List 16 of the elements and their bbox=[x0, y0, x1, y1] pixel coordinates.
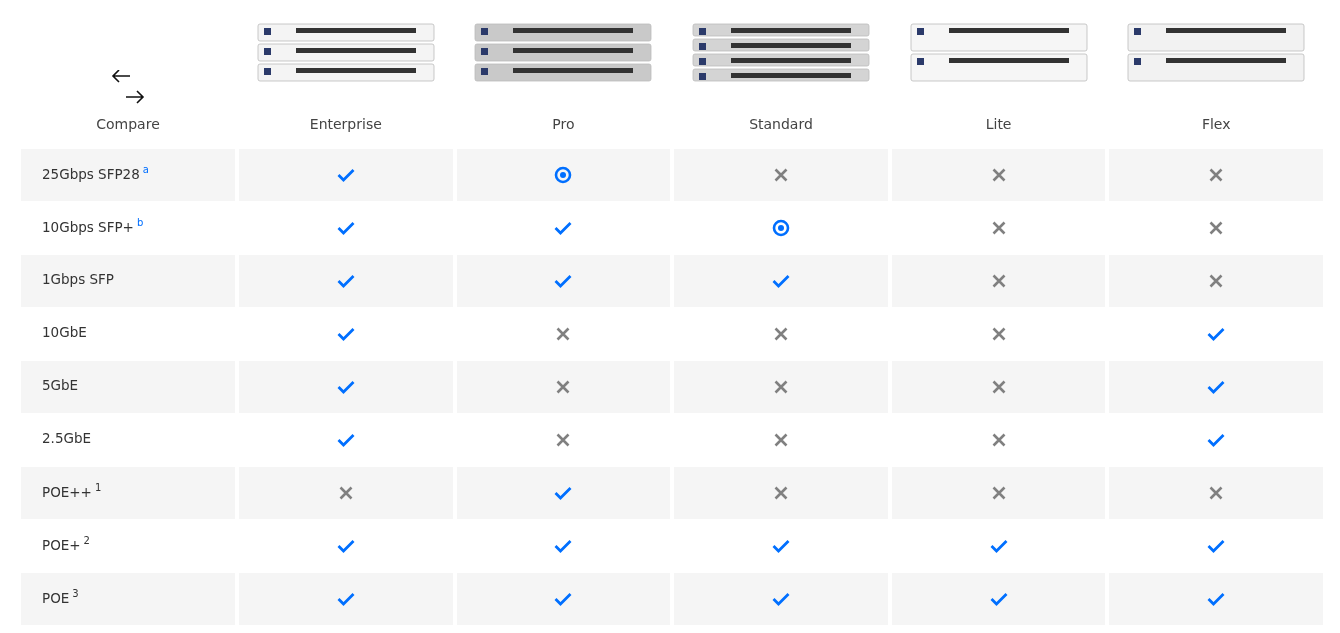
compare-label: Compare bbox=[96, 116, 160, 132]
product-name: Standard bbox=[749, 116, 813, 132]
compare-arrows-icon bbox=[110, 70, 146, 106]
feature-name: 2.5GbE bbox=[42, 430, 92, 446]
feature-name: POE+ $^{2}$ bbox=[42, 535, 90, 553]
product-name: Pro bbox=[552, 116, 575, 132]
feature-name: 25Gbps SFP28 $^{a}$ bbox=[42, 164, 149, 182]
feature-name: POE++ $^{1}$ bbox=[42, 482, 102, 500]
feature-name: 1Gbps SFP bbox=[42, 271, 114, 287]
feature-name: 5GbE bbox=[42, 377, 79, 393]
feature-name: POE $^{3}$ bbox=[42, 588, 79, 606]
feature-name: 10GbE bbox=[42, 324, 87, 340]
product-name: Lite bbox=[985, 116, 1012, 132]
feature-name: 10Gbps SFP+ $^{b}$ bbox=[42, 217, 144, 235]
product-name: Flex bbox=[1201, 116, 1231, 132]
product-name: Enterprise bbox=[309, 116, 382, 132]
